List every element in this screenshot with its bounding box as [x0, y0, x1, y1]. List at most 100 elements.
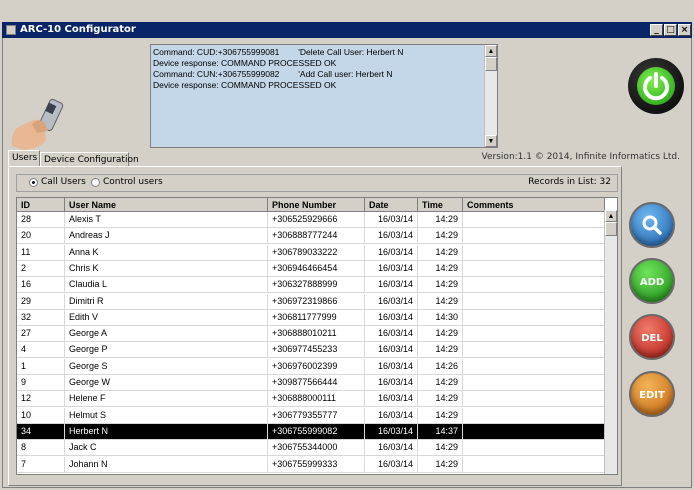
scroll-thumb[interactable] — [485, 57, 497, 71]
cell-user-name: Chris K — [65, 260, 268, 276]
table-row[interactable]: 4 George P +306977455233 16/03/14 14:29 — [17, 342, 605, 359]
table-row[interactable]: 7 Johann N +306755999333 16/03/14 14:29 — [17, 456, 605, 473]
cell-date: 16/03/14 — [365, 358, 418, 374]
log-scrollbar[interactable]: ▲ ▼ — [484, 45, 497, 147]
cell-user-name: George A — [65, 326, 268, 342]
command-log[interactable]: Command: CUD:+306755999081 'Delete Call … — [150, 44, 498, 148]
records-count: Records in List: 32 — [528, 177, 611, 187]
cell-time: 14:29 — [418, 407, 463, 423]
cell-time: 14:37 — [418, 423, 463, 439]
phone-in-hand-image — [11, 98, 64, 150]
cell-date: 16/03/14 — [365, 212, 418, 227]
scroll-down-arrow-icon[interactable]: ▼ — [485, 135, 497, 147]
minimize-button[interactable]: _ — [650, 24, 663, 36]
maximize-button[interactable]: □ — [664, 24, 677, 36]
cell-date: 16/03/14 — [365, 260, 418, 276]
cell-comments — [463, 212, 605, 227]
cell-phone-number: +306888000111 — [268, 391, 365, 407]
add-button[interactable]: ADD — [629, 258, 675, 304]
cell-date: 16/03/14 — [365, 375, 418, 390]
cell-date: 16/03/14 — [365, 391, 418, 407]
user-type-filter: Call Users Control users Records in List… — [16, 174, 618, 192]
col-header-comments[interactable]: Comments — [463, 198, 605, 212]
cell-id: 8 — [17, 440, 65, 456]
cell-comments — [463, 326, 605, 342]
table-row[interactable]: 32 Edith V +306811777999 16/03/14 14:30 — [17, 309, 605, 326]
app-icon — [6, 25, 16, 35]
cell-user-name: Dimitri R — [65, 293, 268, 309]
table-row[interactable]: 2 Chris K +306946466454 16/03/14 14:29 — [17, 260, 605, 277]
scroll-thumb[interactable] — [605, 222, 617, 236]
cell-date: 16/03/14 — [365, 423, 418, 439]
cell-phone-number: +306327888999 — [268, 277, 365, 293]
col-header-id[interactable]: ID — [17, 198, 65, 212]
cell-id: 29 — [17, 293, 65, 309]
table-row[interactable]: 29 Dimitri R +306972319866 16/03/14 14:29 — [17, 293, 605, 310]
table-scrollbar[interactable]: ▲ — [604, 210, 617, 474]
cell-date: 16/03/14 — [365, 293, 418, 309]
cell-id: 20 — [17, 228, 65, 244]
table-row[interactable]: 20 Andreas J +306888777244 16/03/14 14:29 — [17, 228, 605, 245]
control-users-radio[interactable] — [91, 178, 100, 187]
cell-time: 14:29 — [418, 375, 463, 390]
cell-date: 16/03/14 — [365, 456, 418, 472]
cell-id: 34 — [17, 423, 65, 439]
tab-users[interactable]: Users — [8, 150, 40, 166]
cell-user-name: George S — [65, 358, 268, 374]
cell-id: 28 — [17, 212, 65, 227]
table-row[interactable]: 1 George S +306976002399 16/03/14 14:26 — [17, 358, 605, 375]
cell-comments — [463, 456, 605, 472]
col-header-time[interactable]: Time — [418, 198, 463, 212]
cell-time: 14:29 — [418, 391, 463, 407]
cell-comments — [463, 391, 605, 407]
cell-comments — [463, 440, 605, 456]
cell-id: 7 — [17, 456, 65, 472]
cell-id: 12 — [17, 391, 65, 407]
control-users-label[interactable]: Control users — [103, 177, 163, 187]
cell-date: 16/03/14 — [365, 244, 418, 260]
power-button[interactable] — [628, 58, 684, 114]
table-row[interactable]: 12 Helene F +306888000111 16/03/14 14:29 — [17, 391, 605, 408]
table-row[interactable]: 11 Anna K +306789033222 16/03/14 14:29 — [17, 244, 605, 261]
cell-time: 14:29 — [418, 456, 463, 472]
close-button[interactable]: × — [678, 24, 691, 36]
col-header-user-name[interactable]: User Name — [65, 198, 268, 212]
cell-date: 16/03/14 — [365, 228, 418, 244]
table-row[interactable]: 16 Claudia L +306327888999 16/03/14 14:29 — [17, 277, 605, 294]
scroll-up-arrow-icon[interactable]: ▲ — [485, 45, 497, 57]
cell-user-name: Alexis T — [65, 212, 268, 227]
cell-comments — [463, 277, 605, 293]
cell-time: 14:29 — [418, 277, 463, 293]
cell-phone-number: +306755344000 — [268, 440, 365, 456]
cell-user-name: Johann N — [65, 456, 268, 472]
search-button[interactable] — [629, 202, 675, 248]
cell-id: 1 — [17, 358, 65, 374]
cell-user-name: Andreas J — [65, 228, 268, 244]
delete-button[interactable]: DEL — [629, 314, 675, 360]
table-row[interactable]: 9 George W +309877566444 16/03/14 14:29 — [17, 375, 605, 391]
call-users-radio[interactable] — [29, 178, 38, 187]
log-line: Device response: COMMAND PROCESSED OK — [153, 80, 337, 90]
cell-date: 16/03/14 — [365, 326, 418, 342]
cell-comments — [463, 228, 605, 244]
cell-date: 16/03/14 — [365, 407, 418, 423]
scroll-up-arrow-icon[interactable]: ▲ — [605, 210, 617, 222]
cell-time: 14:29 — [418, 228, 463, 244]
tab-device-configuration[interactable]: Device Configuration — [40, 152, 139, 167]
call-users-label[interactable]: Call Users — [41, 177, 86, 187]
cell-comments — [463, 244, 605, 260]
table-row[interactable]: 10 Helmut S +306779355777 16/03/14 14:29 — [17, 407, 605, 424]
table-row[interactable]: 34 Herbert N +306755999082 16/03/14 14:37 — [17, 423, 605, 440]
col-header-date[interactable]: Date — [365, 198, 418, 212]
edit-button[interactable]: EDIT — [629, 371, 675, 417]
cell-comments — [463, 342, 605, 358]
table-row[interactable]: 27 George A +306888010211 16/03/14 14:29 — [17, 326, 605, 343]
cell-time: 14:29 — [418, 326, 463, 342]
table-header: ID User Name Phone Number Date Time Comm… — [17, 198, 605, 212]
cell-comments — [463, 358, 605, 374]
table-row[interactable]: 28 Alexis T +306525929666 16/03/14 14:29 — [17, 212, 605, 228]
table-row[interactable]: 8 Jack C +306755344000 16/03/14 14:29 — [17, 440, 605, 457]
magnifier-icon — [642, 215, 662, 235]
users-table[interactable]: ID User Name Phone Number Date Time Comm… — [16, 197, 618, 475]
col-header-phone-number[interactable]: Phone Number — [268, 198, 365, 212]
